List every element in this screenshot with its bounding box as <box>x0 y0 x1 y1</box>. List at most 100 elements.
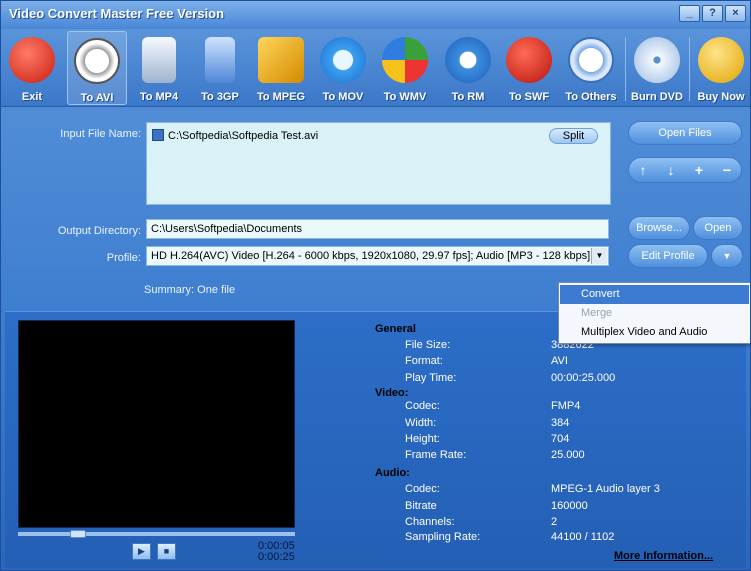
realmedia-icon <box>445 37 491 83</box>
output-directory-field[interactable]: C:\Users\Softpedia\Documents <box>146 219 609 239</box>
title-bar: Video Convert Master Free Version _ ? × <box>1 1 750 29</box>
to-mp4-label: To MP4 <box>139 91 179 103</box>
seek-handle[interactable] <box>70 530 86 538</box>
exit-button[interactable]: Exit <box>2 31 62 105</box>
profile-select[interactable]: HD H.264(AVC) Video [H.264 - 6000 kbps, … <box>146 246 609 266</box>
to-swf-label: To SWF <box>508 91 550 103</box>
mp4-player-icon <box>142 37 176 83</box>
edit-profile-button[interactable]: Edit Profile <box>628 244 708 268</box>
menu-item-merge[interactable]: Merge <box>560 304 749 323</box>
help-button[interactable]: ? <box>702 5 723 22</box>
play-button[interactable]: ▶ <box>132 543 151 560</box>
preview-panel: ▶ ■ 0:00:05 0:00:25 General File Size: 3… <box>5 311 746 568</box>
power-icon <box>9 37 55 83</box>
input-file-label: Input File Name: <box>60 128 141 140</box>
flash-icon <box>506 37 552 83</box>
phone-icon <box>205 37 235 83</box>
info-key: Sampling Rate: <box>405 531 481 543</box>
window-title: Video Convert Master Free Version <box>9 6 225 21</box>
buy-now-button[interactable]: Buy Now <box>691 31 750 105</box>
to-avi-label: To AVI <box>80 92 114 104</box>
info-value: 00:00:25.000 <box>551 372 616 384</box>
info-key: Height: <box>405 433 440 445</box>
chevron-down-icon: ▼ <box>722 251 732 261</box>
to-others-button[interactable]: To Others <box>561 31 621 105</box>
info-value: 25.000 <box>551 449 585 461</box>
file-path: C:\Softpedia\Softpedia Test.avi <box>168 130 319 142</box>
to-rm-label: To RM <box>451 91 485 103</box>
video-preview <box>18 320 295 528</box>
quicktime-icon <box>320 37 366 83</box>
info-key: Bitrate <box>405 500 437 512</box>
disc-icon <box>634 37 680 83</box>
output-directory-label: Output Directory: <box>57 225 141 237</box>
to-wmv-label: To WMV <box>383 91 427 103</box>
info-value: MPEG-1 Audio layer 3 <box>551 483 660 495</box>
file-order-controls: ↑ ↓ + − <box>628 157 742 183</box>
open-files-button[interactable]: Open Files <box>628 121 742 145</box>
avi-file-icon <box>152 129 164 141</box>
info-value: FMP4 <box>551 400 581 412</box>
more-information-link[interactable]: More Information... <box>614 550 713 562</box>
info-key: Format: <box>405 355 443 367</box>
to-wmv-button[interactable]: To WMV <box>375 31 435 105</box>
info-key: Codec: <box>405 400 440 412</box>
to-mov-label: To MOV <box>322 91 364 103</box>
stop-button[interactable]: ■ <box>157 543 176 560</box>
to-3gp-label: To 3GP <box>201 91 239 103</box>
open-directory-button[interactable]: Open <box>693 216 743 240</box>
to-others-label: To Others <box>565 91 617 103</box>
total-time: 0:00:25 <box>258 551 295 563</box>
chevron-down-icon[interactable]: ▼ <box>591 248 607 264</box>
burn-dvd-label: Burn DVD <box>631 91 683 103</box>
file-list-item[interactable]: C:\Softpedia\Softpedia Test.avi <box>152 129 318 142</box>
general-header: General <box>375 323 416 335</box>
audio-header: Audio: <box>375 467 410 479</box>
to-swf-button[interactable]: To SWF <box>499 31 559 105</box>
to-mpeg-button[interactable]: To MPEG <box>251 31 311 105</box>
toolbar: Exit To AVI To MP4 To 3GP To MPEG To MOV… <box>1 29 750 107</box>
close-button[interactable]: × <box>725 5 746 22</box>
seek-bar[interactable] <box>18 530 295 538</box>
video-header: Video: <box>375 387 409 399</box>
mpeg-film-icon <box>258 37 304 83</box>
to-mpeg-label: To MPEG <box>256 91 306 103</box>
summary-text: Summary: One file <box>144 284 236 296</box>
info-key: Channels: <box>405 516 455 528</box>
cart-icon <box>698 37 744 83</box>
exit-label: Exit <box>21 91 43 103</box>
info-value: 44100 / 1102 <box>551 531 615 543</box>
to-rm-button[interactable]: To RM <box>438 31 498 105</box>
menu-item-multiplex[interactable]: Multiplex Video and Audio <box>560 323 749 342</box>
to-mp4-button[interactable]: To MP4 <box>129 31 189 105</box>
toolbar-divider <box>625 37 626 101</box>
input-file-list[interactable]: C:\Softpedia\Softpedia Test.avi Split <box>146 122 611 205</box>
to-3gp-button[interactable]: To 3GP <box>190 31 250 105</box>
buy-now-label: Buy Now <box>697 91 745 103</box>
info-key: Play Time: <box>405 372 457 384</box>
menu-item-convert[interactable]: Convert <box>560 285 749 304</box>
minimize-button[interactable]: _ <box>679 5 700 22</box>
info-value: 2 <box>551 516 558 528</box>
wmv-play-icon <box>382 37 428 83</box>
info-value: 384 <box>551 417 570 429</box>
film-reel-blue-icon <box>568 37 614 83</box>
toolbar-divider <box>689 37 690 101</box>
remove-icon[interactable]: − <box>715 162 739 178</box>
to-avi-button[interactable]: To AVI <box>67 31 127 105</box>
convert-context-menu: Convert Merge Multiplex Video and Audio <box>558 282 750 344</box>
film-reel-icon <box>74 38 120 84</box>
burn-dvd-button[interactable]: Burn DVD <box>627 31 687 105</box>
profile-menu-button[interactable]: ▼ <box>711 244 743 268</box>
split-button[interactable]: Split <box>549 128 598 144</box>
info-value: 160000 <box>551 500 588 512</box>
move-up-icon[interactable]: ↑ <box>631 162 655 178</box>
info-value: AVI <box>551 355 568 367</box>
browse-button[interactable]: Browse... <box>628 216 690 240</box>
info-key: File Size: <box>405 339 451 351</box>
profile-value: HD H.264(AVC) Video [H.264 - 6000 kbps, … <box>151 250 591 262</box>
profile-label: Profile: <box>106 252 141 264</box>
to-mov-button[interactable]: To MOV <box>313 31 373 105</box>
add-icon[interactable]: + <box>687 162 711 178</box>
move-down-icon[interactable]: ↓ <box>659 162 683 178</box>
